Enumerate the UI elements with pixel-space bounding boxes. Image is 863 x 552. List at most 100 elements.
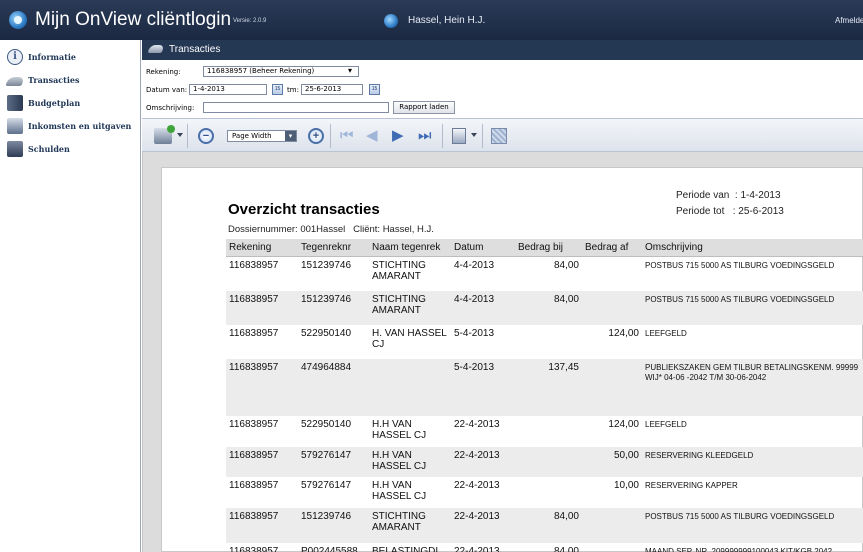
onview-logo-icon: [9, 11, 27, 29]
cell-rekening: 116838957: [229, 546, 279, 552]
cell-rekening: 116838957: [229, 328, 279, 339]
report-title: Overzicht transacties: [228, 201, 380, 218]
period-to: Periode tot : 25-6-2013: [676, 206, 784, 217]
document-map-icon[interactable]: [491, 128, 507, 144]
cell-naam: STICHTING AMARANT: [369, 291, 451, 325]
cell-naam: H.H VAN HASSEL CJ: [369, 447, 451, 477]
sidebar: i Informatie Transacties Budgetplan Inko…: [0, 40, 141, 552]
info-icon: i: [7, 49, 23, 65]
user-icon: [384, 14, 398, 28]
cell-datum: 4-4-2013: [454, 259, 495, 271]
zoom-select[interactable]: Page Width: [227, 130, 297, 142]
cell-datum: 22-4-2013: [451, 447, 515, 477]
column-header: Naam tegenrek: [369, 239, 451, 257]
cell-naam: H. VAN HASSEL CJ: [372, 328, 447, 350]
cell-omschrijving: PUBLIEKSZAKEN GEM TILBUR BETALINGSKENM. …: [642, 359, 863, 416]
cell-bij: 84,00: [515, 291, 582, 325]
cell-omschrijving: POSTBUS 715 5000 AS TILBURG VOEDINGSGELD: [642, 508, 863, 543]
chevron-down-icon[interactable]: [471, 133, 477, 137]
table-row: 116838957 151239746 STICHTING AMARANT 4-4-2…: [226, 291, 863, 325]
toolbar-separator: [482, 124, 483, 148]
cell-datum: 22-4-2013: [454, 546, 500, 552]
omschrijving-input[interactable]: [203, 102, 389, 113]
cell-datum: 5-4-2013: [454, 328, 495, 339]
omschrijving-label: Omschrijving:: [146, 104, 195, 112]
toolbar-separator: [442, 124, 443, 148]
cell-af: 10,00: [613, 480, 639, 491]
table-header-row: Rekening Tegenreknr Naam tegenrek Datum …: [226, 239, 863, 257]
column-header: Tegenreknr: [298, 239, 369, 257]
sidebar-item-schulden[interactable]: Schulden: [0, 138, 141, 162]
user-name: Hassel, Hein H.J.: [408, 15, 486, 26]
sidebar-item-label: Informatie: [28, 52, 77, 62]
cell-datum: 4-4-2013: [451, 291, 515, 325]
cell-bij: [515, 447, 582, 477]
cell-datum: 22-4-2013: [454, 480, 500, 491]
cell-rekening: 116838957: [226, 447, 298, 477]
report-toolbar: − Page Width + ⏮ ◀ ▶ ⏭: [142, 118, 863, 152]
logout-link[interactable]: Afmelden: [835, 16, 863, 25]
next-page-icon[interactable]: ▶: [392, 128, 404, 144]
cell-bij: 84,00: [553, 259, 579, 271]
cell-af: 124,00: [608, 419, 639, 430]
sidebar-item-label: Budgetplan: [28, 98, 81, 108]
panel-title: Transacties: [169, 44, 221, 55]
cell-af: [582, 508, 642, 543]
cell-tegenreknr: 474964884: [298, 359, 369, 416]
zoom-out-icon[interactable]: −: [198, 128, 214, 144]
cell-naam: STICHTING AMARANT: [372, 259, 426, 282]
zoom-out-symbol: −: [202, 130, 210, 142]
calendar-icon[interactable]: 15: [369, 84, 380, 95]
cell-omschrijving: RESERVERING KLEEDGELD: [642, 447, 863, 477]
first-page-icon[interactable]: ⏮: [340, 128, 354, 144]
sidebar-item-transacties[interactable]: Transacties: [0, 69, 141, 93]
sidebar-item-label: Schulden: [28, 144, 70, 154]
cell-rekening: 116838957: [229, 480, 279, 491]
calendar-icon[interactable]: 15: [272, 84, 283, 95]
cell-tegenreknr: 579276147: [301, 480, 352, 491]
cell-af: [582, 256, 642, 291]
car-icon: [147, 45, 165, 53]
cell-bij: [515, 416, 582, 447]
transactions-table: Rekening Tegenreknr Naam tegenrek Datum …: [226, 239, 863, 552]
chevron-down-icon[interactable]: [177, 133, 183, 137]
cell-omschrijving: LEEFGELD: [645, 420, 687, 429]
rapport-laden-button[interactable]: Rapport laden: [393, 101, 455, 114]
cell-rekening: 116838957: [226, 359, 298, 416]
previous-page-icon[interactable]: ◀: [366, 128, 378, 144]
rekening-select[interactable]: 116838957 (Beheer Rekening): [203, 66, 359, 77]
table-row: 116838957 151239746 STICHTING AMARANT 4-4-2…: [226, 256, 863, 291]
table-row: 116838957 579276147 H.H VAN HASSEL CJ 22-4-…: [226, 477, 863, 508]
export-icon[interactable]: [154, 125, 175, 144]
cell-omschrijving: MAAND SEP. NR. 209999999100043 KIT/KGB 2…: [645, 547, 833, 552]
cell-omschrijving: POSTBUS 715 5000 AS TILBURG VOEDINGSGELD: [642, 291, 863, 325]
toolbar-separator: [330, 124, 331, 148]
cell-tegenreknr: P002445588: [301, 546, 358, 552]
datum-van-input[interactable]: 1-4-2013: [189, 84, 267, 95]
zoom-in-symbol: +: [312, 130, 320, 142]
cell-rekening: 116838957: [229, 419, 279, 430]
sidebar-item-budgetplan[interactable]: Budgetplan: [0, 92, 141, 116]
sidebar-item-informatie[interactable]: i Informatie: [0, 46, 141, 70]
cell-datum: 22-4-2013: [451, 508, 515, 543]
cell-naam: H.H VAN HASSEL CJ: [372, 419, 427, 441]
column-header: Rekening: [226, 239, 298, 257]
money-icon: [7, 118, 23, 134]
cell-tegenreknr: 151239746: [298, 508, 369, 543]
sidebar-item-inkomsten-en-uitgaven[interactable]: Inkomsten en uitgaven: [0, 115, 141, 139]
tm-input[interactable]: 25-6-2013: [301, 84, 363, 95]
cell-bij: 84,00: [553, 546, 579, 552]
app-title: Mijn OnView cliëntlogin: [35, 9, 232, 30]
cell-rekening: 116838957: [229, 259, 279, 271]
cell-naam: [369, 359, 451, 416]
zoom-in-icon[interactable]: +: [308, 128, 324, 144]
cell-bij: [515, 477, 582, 508]
filter-form: Rekening: 116838957 (Beheer Rekening) Da…: [142, 60, 863, 118]
tm-label: tm:: [287, 86, 299, 94]
cell-datum: 22-4-2013: [454, 419, 500, 430]
cell-af: 124,00: [608, 328, 639, 339]
save-icon[interactable]: [452, 128, 466, 144]
cell-tegenreknr: 522950140: [301, 419, 352, 430]
last-page-icon[interactable]: ⏭: [418, 128, 432, 144]
toolbar-separator: [187, 124, 188, 148]
